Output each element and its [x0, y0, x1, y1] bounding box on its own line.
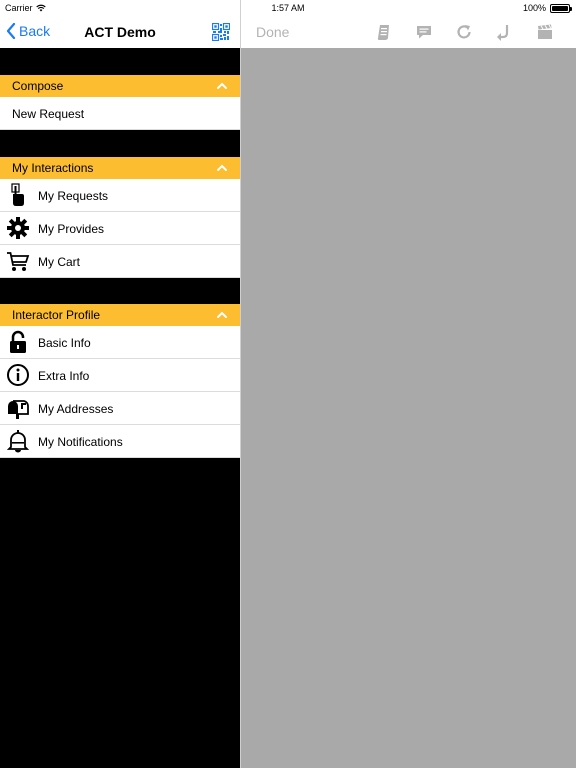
qr-code-icon[interactable]	[212, 23, 230, 41]
page-title: ACT Demo	[84, 24, 156, 40]
menu-item-my-cart[interactable]: My Cart	[0, 245, 240, 278]
menu-item-label: My Cart	[38, 255, 80, 269]
cart-icon	[7, 252, 30, 271]
detail-nav-bar: Done	[241, 16, 576, 48]
lock-icon	[10, 330, 26, 353]
clock: 1:57 AM	[271, 3, 305, 13]
menu-item-new-request[interactable]: New Request	[0, 97, 240, 130]
menu-item-label: New Request	[12, 107, 85, 121]
section-title: My Interactions	[12, 161, 94, 175]
chevron-up-icon	[217, 164, 227, 171]
chevron-up-icon	[217, 311, 227, 318]
menu-item-label: My Notifications	[38, 435, 123, 449]
document-icon[interactable]	[375, 23, 393, 41]
menu-item-basic-info[interactable]: Basic Info	[0, 326, 240, 359]
battery-icon	[550, 3, 572, 13]
master-nav-bar: Back ACT Demo	[0, 16, 240, 48]
info-icon	[7, 364, 29, 386]
bell-icon	[6, 430, 30, 453]
refresh-icon[interactable]	[455, 23, 473, 41]
clapperboard-icon[interactable]	[536, 23, 554, 41]
menu-item-label: My Requests	[38, 189, 109, 203]
reply-icon[interactable]	[495, 23, 513, 41]
chevron-up-icon	[217, 82, 227, 89]
section-header-my-interactions[interactable]: My Interactions	[0, 157, 240, 179]
menu-item-my-provides[interactable]: My Provides	[0, 212, 240, 245]
menu-item-label: My Provides	[38, 222, 105, 236]
menu-item-label: Extra Info	[38, 369, 90, 383]
menu-item-label: Basic Info	[38, 336, 91, 350]
battery-indicator: 100%	[522, 3, 572, 13]
gear-icon	[7, 217, 29, 239]
done-button[interactable]: Done	[256, 24, 289, 40]
status-bar: Carrier 1:57 AM 100%	[0, 0, 576, 16]
section-title: Interactor Profile	[12, 308, 101, 322]
detail-pane	[241, 48, 576, 768]
section-header-compose[interactable]: Compose	[0, 75, 240, 97]
section-title: Compose	[12, 79, 64, 93]
menu-item-my-requests[interactable]: My Requests	[0, 179, 240, 212]
menu-item-label: My Addresses	[38, 402, 114, 416]
menu-item-my-addresses[interactable]: My Addresses	[0, 392, 240, 425]
menu-item-my-notifications[interactable]: My Notifications	[0, 425, 240, 458]
hand-pointer-icon	[11, 183, 24, 206]
section-header-interactor-profile[interactable]: Interactor Profile	[0, 304, 240, 326]
menu-item-extra-info[interactable]: Extra Info	[0, 359, 240, 392]
comment-icon[interactable]	[415, 23, 433, 41]
battery-percent: 100%	[522, 3, 546, 13]
mailbox-icon	[8, 400, 29, 419]
